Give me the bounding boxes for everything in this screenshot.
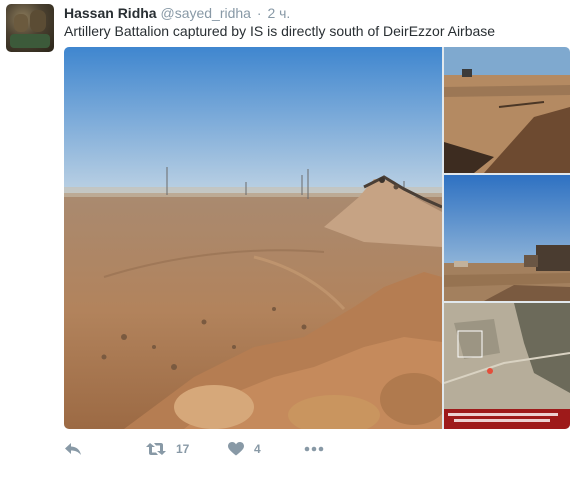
tweet-actions: 17 4 xyxy=(64,438,364,460)
media-grid xyxy=(64,47,570,429)
reply-icon xyxy=(64,442,82,456)
media-photo-3[interactable] xyxy=(444,175,570,301)
tweet-header: Hassan Ridha @sayed_ridha · 2 ч. xyxy=(64,4,290,22)
tweet-text: Artillery Battalion captured by IS is di… xyxy=(64,23,496,39)
header-separator: · xyxy=(256,5,262,21)
author-name[interactable]: Hassan Ridha xyxy=(64,5,157,21)
more-button[interactable] xyxy=(304,438,324,460)
reply-button[interactable] xyxy=(64,438,82,460)
tweet-card: Hassan Ridha @sayed_ridha · 2 ч. Artille… xyxy=(0,0,577,480)
avatar[interactable] xyxy=(6,4,54,52)
tweet-timestamp[interactable]: 2 ч. xyxy=(267,5,290,21)
media-photo-4-map[interactable] xyxy=(444,303,570,429)
media-photo-main[interactable] xyxy=(64,47,442,429)
retweet-count: 17 xyxy=(176,442,190,456)
like-button[interactable]: 4 xyxy=(228,438,261,460)
author-handle[interactable]: @sayed_ridha xyxy=(160,5,251,21)
like-count: 4 xyxy=(254,442,261,456)
heart-icon xyxy=(228,442,244,456)
retweet-button[interactable]: 17 xyxy=(146,438,189,460)
more-dots-icon xyxy=(304,446,324,452)
retweet-icon xyxy=(146,442,166,456)
media-photo-2[interactable] xyxy=(444,47,570,173)
